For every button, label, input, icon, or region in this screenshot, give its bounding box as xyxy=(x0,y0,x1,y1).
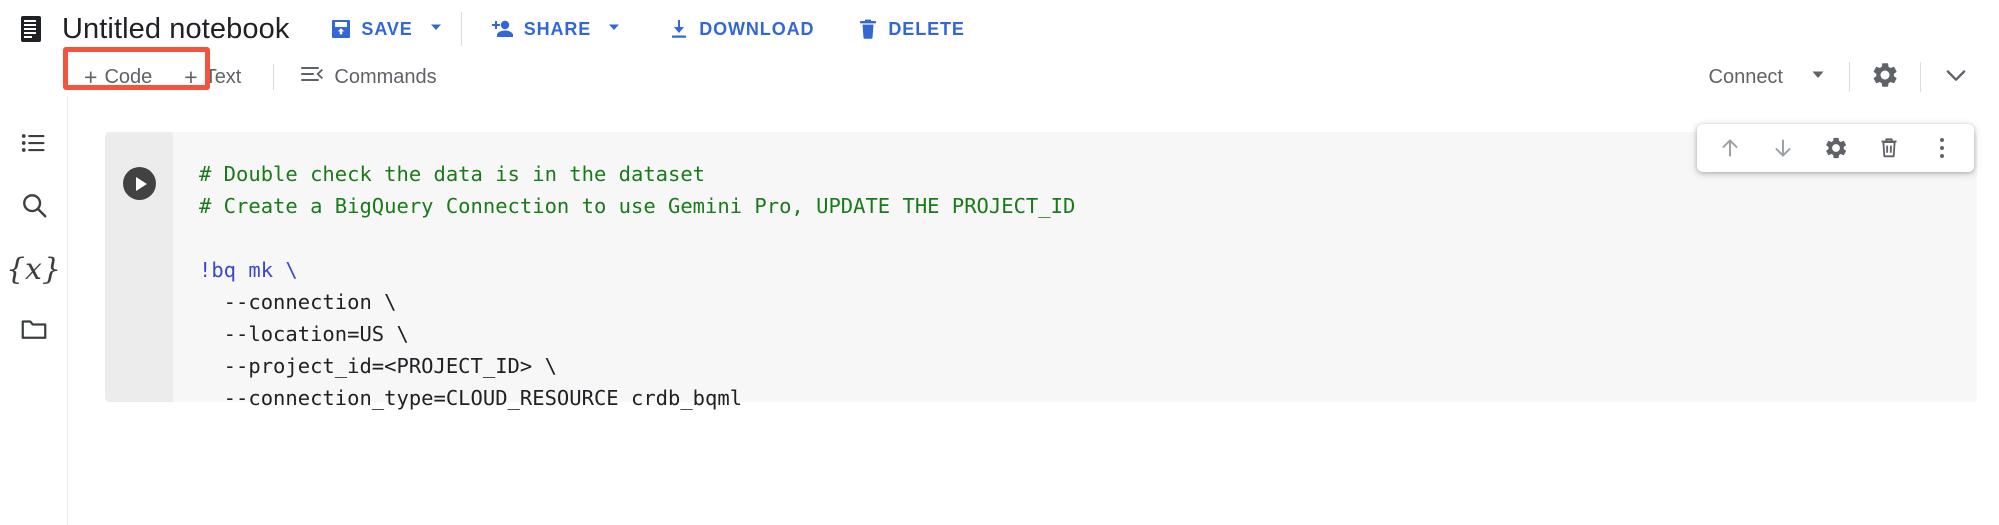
person-add-icon xyxy=(490,17,516,41)
connect-label: Connect xyxy=(1708,65,1784,88)
toolbar2-divider-2 xyxy=(1849,62,1850,92)
expand-toolbar-button[interactable] xyxy=(1931,57,1981,97)
run-icon[interactable] xyxy=(122,167,156,200)
download-label: DOWNLOAD xyxy=(699,18,815,39)
code-line: --connection \ xyxy=(199,290,397,314)
chevron-down-icon xyxy=(1942,61,1970,94)
code-cell[interactable]: # Double check the data is in the datase… xyxy=(105,132,1977,410)
variables-icon: {x} xyxy=(5,251,62,287)
files-icon xyxy=(19,314,49,349)
add-code-button[interactable]: + Code xyxy=(68,60,168,94)
download-icon xyxy=(667,17,691,41)
sidebar-item-variables[interactable]: {x} xyxy=(6,238,62,300)
page-title[interactable]: Untitled notebook xyxy=(62,13,289,46)
top-menu-bar: Untitled notebook SAVE SHARE DOWNLOAD DE… xyxy=(0,0,1999,58)
save-button[interactable]: SAVE xyxy=(323,9,418,49)
notebook-icon xyxy=(18,14,44,44)
code-cell-editor[interactable]: # Double check the data is in the datase… xyxy=(173,132,1977,410)
toolbar-divider xyxy=(460,12,462,46)
commands-button[interactable]: Commands xyxy=(290,60,446,94)
save-label: SAVE xyxy=(361,18,413,39)
code-cell-gutter xyxy=(105,132,173,402)
search-icon xyxy=(19,190,49,225)
save-group: SAVE xyxy=(323,9,452,49)
code-line: !bq mk \ xyxy=(199,258,298,282)
commands-icon xyxy=(300,64,324,90)
code-line: --project_id=<PROJECT_ID> \ xyxy=(199,354,557,378)
download-button[interactable]: DOWNLOAD xyxy=(661,9,820,49)
caret-down-icon xyxy=(428,19,444,40)
cell-action-toolbar xyxy=(1697,124,1974,172)
sidebar-item-files[interactable] xyxy=(6,300,62,362)
caret-down-icon xyxy=(1809,65,1827,89)
code-content[interactable]: # Double check the data is in the datase… xyxy=(199,158,1977,414)
save-dropdown-button[interactable] xyxy=(419,9,453,49)
sidebar-item-toc[interactable] xyxy=(6,114,62,176)
gear-icon xyxy=(1870,60,1900,95)
toolbar2-divider xyxy=(273,64,275,90)
add-text-button[interactable]: + Text xyxy=(168,60,257,94)
settings-button[interactable] xyxy=(1860,57,1910,97)
add-code-label: Code xyxy=(104,65,153,88)
move-cell-up-icon[interactable] xyxy=(1703,125,1756,171)
share-dropdown-button[interactable] xyxy=(597,9,631,49)
save-icon xyxy=(329,17,353,41)
trash-icon xyxy=(856,17,880,41)
move-cell-down-icon[interactable] xyxy=(1756,125,1809,171)
toc-icon xyxy=(20,129,48,162)
plus-icon: + xyxy=(84,63,98,90)
notebook-canvas: # Double check the data is in the datase… xyxy=(68,96,1999,525)
add-text-label: Text xyxy=(204,65,242,88)
cell-settings-icon[interactable] xyxy=(1809,125,1862,171)
share-label: SHARE xyxy=(523,18,592,39)
code-line: # Double check the data is in the datase… xyxy=(199,162,706,186)
toolbar2-divider-3 xyxy=(1920,62,1921,92)
share-button[interactable]: SHARE xyxy=(484,9,598,49)
cell-toolbar-row: + Code + Text Commands Connect xyxy=(0,58,1999,96)
commands-label: Commands xyxy=(334,65,437,88)
more-options-icon[interactable] xyxy=(1915,125,1968,171)
code-line: --location=US \ xyxy=(199,322,409,346)
plus-icon: + xyxy=(184,63,198,90)
share-group: SHARE xyxy=(484,9,632,49)
code-line: # Create a BigQuery Connection to use Ge… xyxy=(199,194,1076,218)
caret-down-icon xyxy=(606,19,622,40)
connect-button[interactable]: Connect xyxy=(1697,59,1840,95)
delete-label: DELETE xyxy=(888,18,965,39)
delete-cell-icon[interactable] xyxy=(1862,125,1915,171)
more-vert-dots xyxy=(1939,138,1944,158)
sidebar-item-search[interactable] xyxy=(6,176,62,238)
left-icon-rail: {x} xyxy=(0,96,68,525)
delete-button[interactable]: DELETE xyxy=(850,9,970,49)
code-line: --connection_type=CLOUD_RESOURCE crdb_bq… xyxy=(199,386,743,410)
